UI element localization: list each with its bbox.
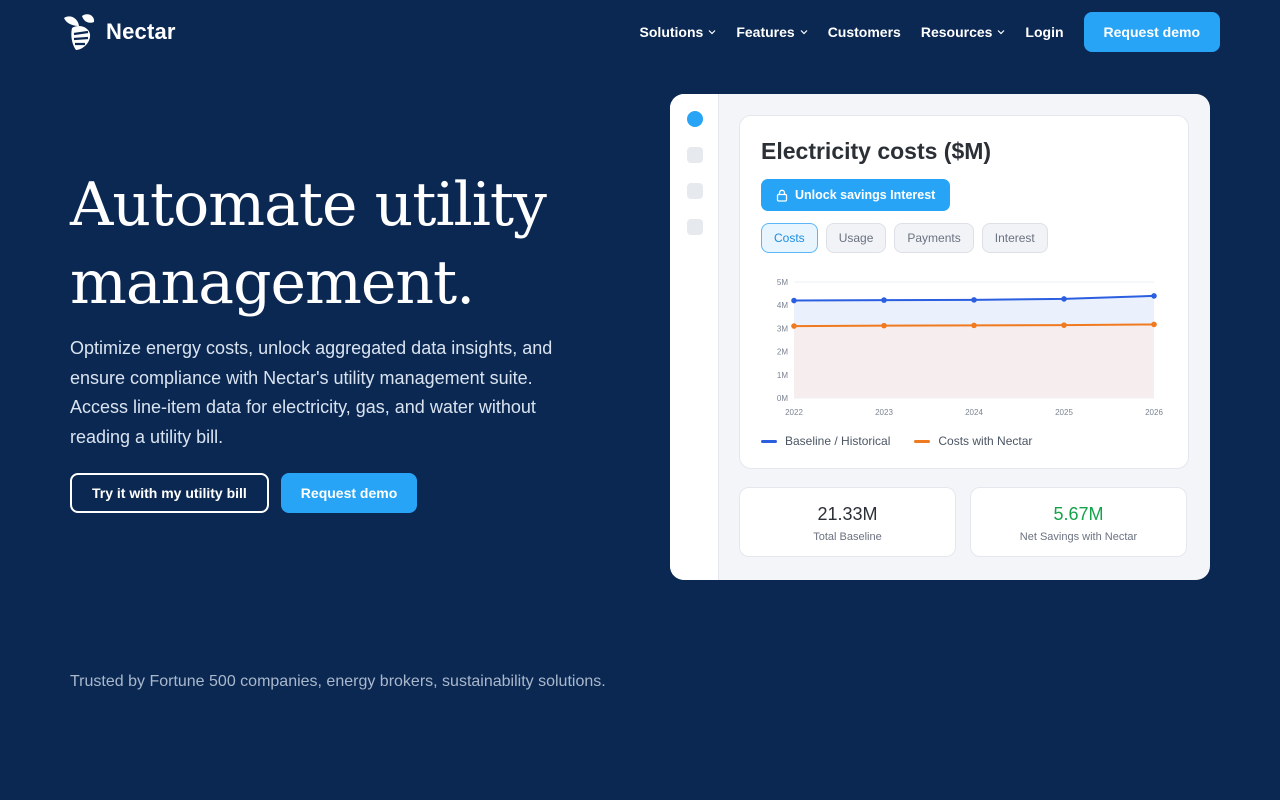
top-navigation: Nectar Solutions Features Customers Reso… [0,0,1280,64]
hero-subtitle: Optimize energy costs, unlock aggregated… [70,338,553,447]
baseline-point [791,297,797,304]
sidebar-dot[interactable] [687,183,703,199]
stat-label: Total Baseline [813,531,882,543]
trusted-by-text: Trusted by Fortune 500 companies, energy… [70,673,606,690]
tab-usage[interactable]: Usage [825,223,887,253]
chevron-down-icon [708,30,716,35]
baseline-point [1151,293,1157,299]
nav-resources[interactable]: Resources [921,24,1006,40]
chart-legend: Baseline / Historical Costs with Nectar [761,434,1032,448]
hero-title-line2: management. [70,248,475,318]
y-tick-label: 5M [777,278,788,287]
y-tick-label: 3M [777,324,788,333]
nectar-point [971,322,977,329]
chart-title: Electricity costs ($M) [761,138,992,164]
nectar-area [794,324,1154,398]
tab-costs[interactable]: Costs [761,223,818,253]
stat-value: 5.67M [1053,504,1104,524]
dashboard-preview: Electricity costs ($M) Unlock savings In… [670,94,1210,580]
nav-login-label: Login [1025,24,1064,40]
nav-customers-label: Customers [827,24,901,40]
electricity-cost-chart: 0M 1M 2M 3M 4M 5M 2022 2023 2024 2025 2026 [777,278,1164,417]
request-demo-button[interactable]: Request demo [1083,12,1220,52]
tab-interest[interactable]: Interest [981,223,1048,253]
nav-customers[interactable]: Customers [828,24,901,40]
hero-actions: Try it with my utility bill Request demo [70,473,418,513]
x-tick-label: 2025 [1055,408,1073,417]
hero-request-demo-button[interactable]: Request demo [280,473,418,513]
nav-solutions-label: Solutions [639,24,704,40]
nectar-point [791,323,797,329]
lock-icon [776,189,788,202]
unlock-savings-button[interactable]: Unlock savings Interest [761,179,951,211]
y-tick-label: 0M [777,394,788,403]
stat-total-baseline: 21.33M Total Baseline [739,487,956,557]
sidebar-dot[interactable] [687,147,703,163]
legend-baseline-label: Baseline / Historical [785,434,891,448]
y-tick-label: 1M [777,371,788,380]
hero-title-line1: Automate utility [70,170,547,240]
x-tick-label: 2024 [965,408,983,417]
unlock-savings-label: Unlock savings Interest [795,188,936,202]
dashboard-sidebar [670,94,719,580]
y-tick-label: 4M [777,301,788,310]
chart-tabs: Costs Usage Payments Interest [761,223,1048,253]
nav-login[interactable]: Login [1025,24,1063,40]
chevron-down-icon [800,30,808,35]
sidebar-dot[interactable] [687,219,703,235]
nav-features-label: Features [736,24,795,40]
tab-payments[interactable]: Payments [894,223,974,253]
nav-resources-label: Resources [920,24,993,40]
stat-value: 21.33M [817,504,878,524]
legend-nectar-label: Costs with Nectar [938,434,1033,448]
x-tick-label: 2026 [1145,408,1163,417]
brand-name: Nectar [106,19,176,44]
sidebar-dot-active[interactable] [687,111,703,127]
nav-links: Solutions Features Customers Resources L… [640,12,1220,52]
legend-swatch-baseline [761,439,777,443]
hero-title: Automate utility management. [70,166,630,322]
chart-card: Electricity costs ($M) Unlock savings In… [739,115,1189,469]
nectar-point [1061,322,1067,328]
nectar-point [881,322,887,329]
chevron-down-icon [997,30,1005,35]
brand-logo[interactable]: Nectar [60,12,176,52]
x-tick-label: 2022 [785,408,803,417]
nav-features[interactable]: Features [736,24,808,40]
legend-nectar: Costs with Nectar [914,434,1032,448]
baseline-point [1061,296,1067,302]
legend-swatch-nectar [914,439,931,443]
y-tick-label: 2M [777,348,788,357]
baseline-point [971,297,977,303]
stat-label: Net Savings with Nectar [1019,531,1138,543]
bee-icon [64,14,95,50]
nectar-point [1151,321,1157,328]
try-utility-bill-button[interactable]: Try it with my utility bill [70,473,269,513]
legend-baseline: Baseline / Historical [761,434,890,448]
x-tick-label: 2023 [875,408,893,417]
nav-solutions[interactable]: Solutions [640,24,717,40]
baseline-point [881,297,887,303]
stat-net-savings: 5.67M Net Savings with Nectar [970,487,1187,557]
